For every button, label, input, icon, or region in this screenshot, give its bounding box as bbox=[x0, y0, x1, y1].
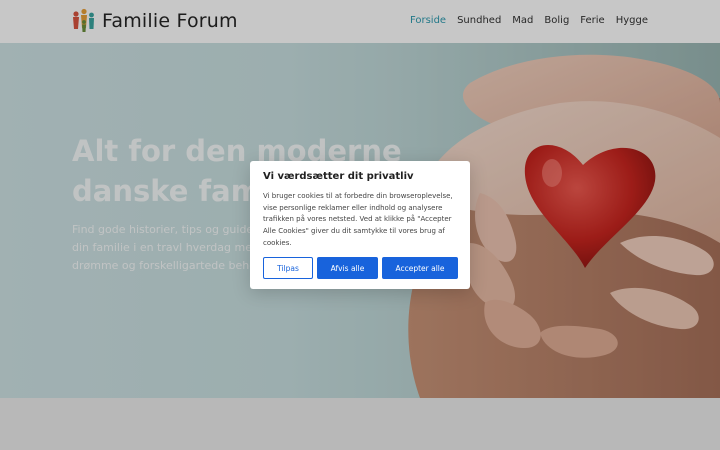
cookie-consent-dialog: Vi værdsætter dit privatliv Vi bruger co… bbox=[250, 161, 470, 289]
cookie-title: Vi værdsætter dit privatliv bbox=[263, 171, 414, 182]
cookie-description: Vi bruger cookies til at forbedre din br… bbox=[263, 192, 453, 247]
customize-button[interactable]: Tilpas bbox=[263, 257, 313, 279]
accept-all-button[interactable]: Accepter alle bbox=[382, 257, 458, 279]
cookie-buttons: Tilpas Afvis alle Accepter alle bbox=[263, 257, 458, 279]
reject-all-button[interactable]: Afvis alle bbox=[317, 257, 378, 279]
